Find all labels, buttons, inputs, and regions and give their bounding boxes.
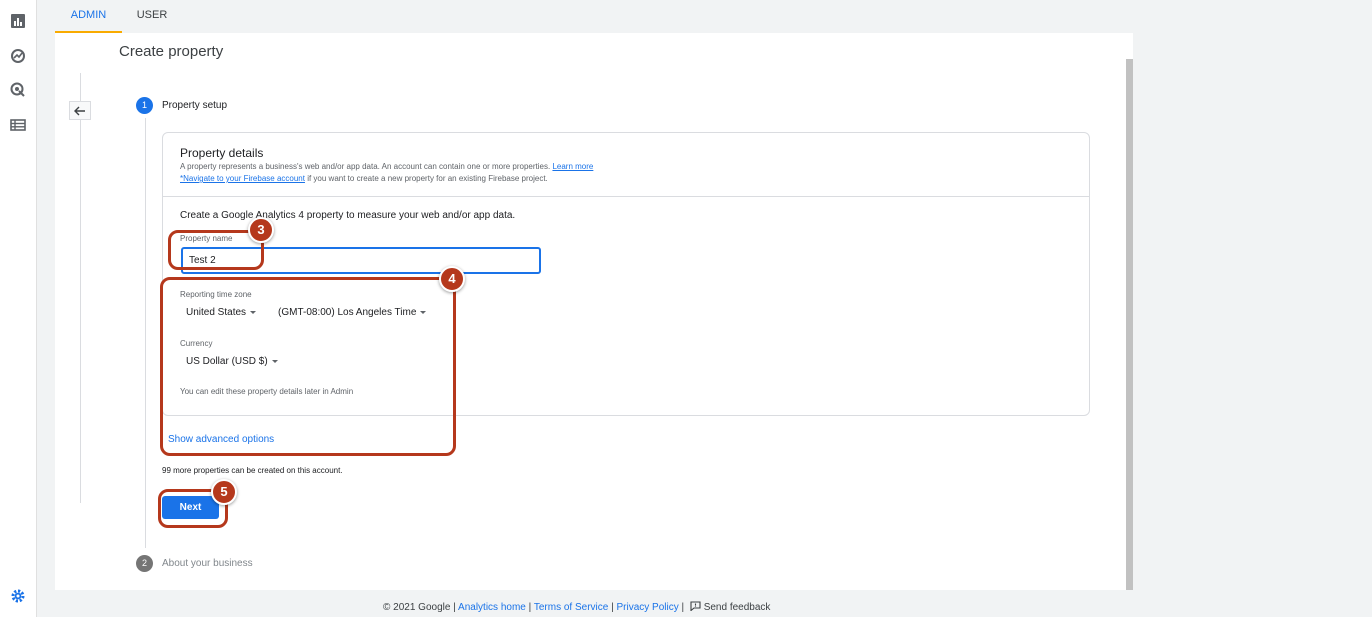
send-feedback-button[interactable]: Send feedback <box>687 601 771 613</box>
feedback-icon <box>690 601 701 612</box>
callout-badge: 5 <box>211 479 237 505</box>
left-nav-rail <box>0 0 37 617</box>
firebase-note-text: if you want to create a new property for… <box>307 174 548 183</box>
callout-badge: 4 <box>439 266 465 292</box>
step-1-number: 1 <box>136 97 153 114</box>
property-details-description: A property represents a business's web a… <box>180 162 593 171</box>
tab-user[interactable]: USER <box>132 0 172 33</box>
analytics-home-link[interactable]: Analytics home <box>458 602 526 613</box>
configure-icon[interactable] <box>9 116 27 134</box>
callout-badge: 3 <box>248 217 274 243</box>
learn-more-link[interactable]: Learn more <box>552 162 593 171</box>
remaining-properties-text: 99 more properties can be created on thi… <box>162 466 343 475</box>
create-property-panel: Create property 1 Property setup 2 About… <box>55 33 1133 590</box>
terms-link[interactable]: Terms of Service <box>534 602 608 613</box>
callout-highlight-timezone-currency <box>160 277 456 456</box>
firebase-link[interactable]: *Navigate to your Firebase account <box>180 174 305 183</box>
copyright: © 2021 Google | <box>383 602 456 613</box>
admin-gear-icon[interactable] <box>9 587 27 605</box>
step-1-label: Property setup <box>162 100 228 111</box>
arrow-left-icon <box>74 106 85 115</box>
explore-icon[interactable] <box>9 47 27 65</box>
admin-user-tabs: ADMIN USER <box>37 0 1372 33</box>
send-feedback-label: Send feedback <box>703 602 771 613</box>
step-2-label[interactable]: About your business <box>162 558 253 569</box>
firebase-note: *Navigate to your Firebase account if yo… <box>180 174 548 183</box>
scrollbar[interactable] <box>1126 59 1133 590</box>
back-button[interactable] <box>69 101 91 120</box>
privacy-link[interactable]: Privacy Policy <box>616 602 678 613</box>
page-title: Create property <box>119 43 224 60</box>
reports-icon[interactable] <box>9 12 27 30</box>
advertising-icon[interactable] <box>9 81 27 99</box>
property-details-title: Property details <box>180 146 264 160</box>
intro-text: Create a Google Analytics 4 property to … <box>180 210 516 221</box>
property-details-header: Property details A property represents a… <box>163 133 1089 197</box>
tab-admin[interactable]: ADMIN <box>55 0 122 33</box>
divider <box>80 73 81 503</box>
stepper-line <box>145 118 146 548</box>
footer: © 2021 Google | Analytics home | Terms o… <box>383 601 771 613</box>
description-text: A property represents a business's web a… <box>180 162 551 171</box>
step-2-number: 2 <box>136 555 153 572</box>
